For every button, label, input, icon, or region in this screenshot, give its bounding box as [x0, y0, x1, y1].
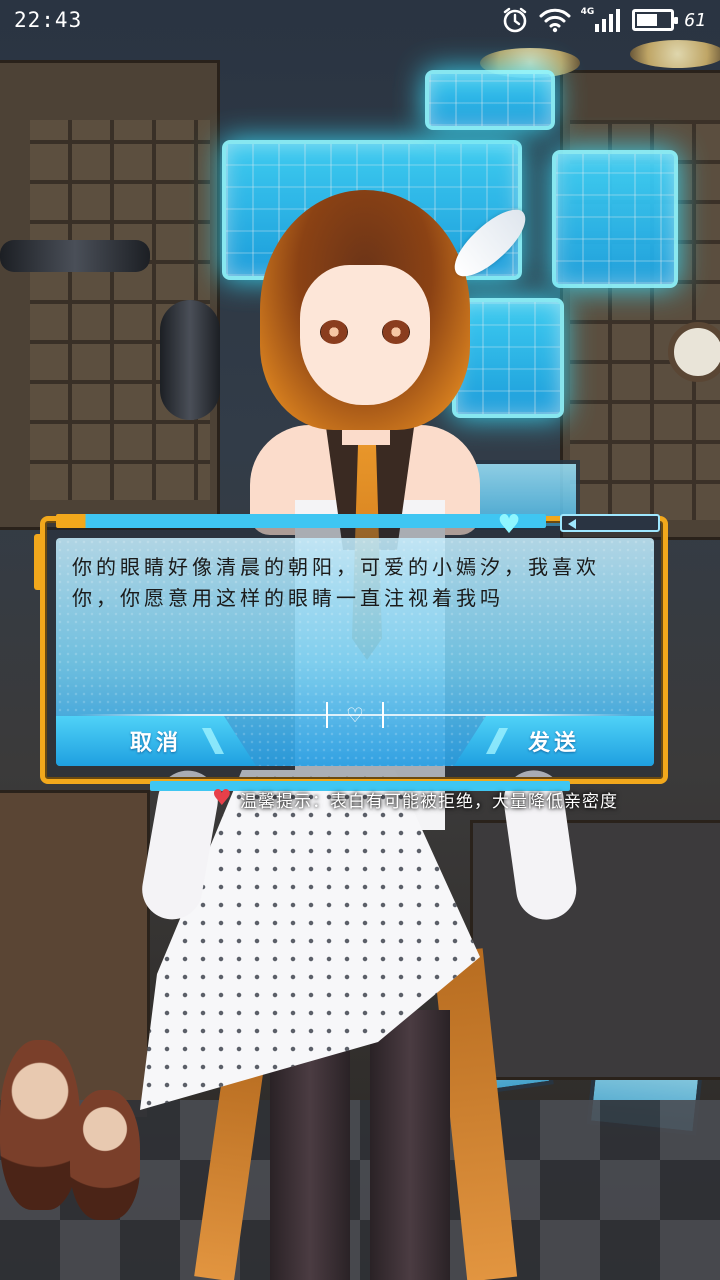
- dialog-frame-tag: [560, 514, 660, 532]
- heart-icon: ♥: [212, 786, 232, 811]
- dialog-frame-accent: [56, 514, 546, 528]
- message-panel: 你的眼睛好像清晨的朝阳，可爱的小嫣汐，我喜欢你，你愿意用这样的眼睛一直注视着我吗…: [56, 538, 654, 766]
- character-eye: [320, 320, 348, 344]
- network-type-label: 4G: [580, 7, 595, 17]
- heart-icon: ♡: [326, 702, 384, 728]
- send-button[interactable]: 发送: [454, 716, 654, 766]
- ceiling-lamp: [630, 40, 720, 68]
- warm-tip: ♥ 温馨提示：表白有可能被拒绝，大量降低亲密度: [212, 786, 618, 812]
- send-button-label: 发送: [527, 731, 580, 756]
- status-icons: 4G 61: [501, 6, 706, 34]
- nesting-doll: [0, 1040, 80, 1210]
- feather-hair-ornament: [443, 201, 537, 285]
- confession-message: 你的眼睛好像清晨的朝阳，可爱的小嫣汐，我喜欢你，你愿意用这样的眼睛一直注视着我吗: [72, 555, 600, 610]
- dialog-frame-notch: [34, 534, 44, 590]
- battery-body: [632, 9, 679, 31]
- battery-fill: [637, 14, 657, 26]
- confession-dialog: ♥ 你的眼睛好像清晨的朝阳，可爱的小嫣汐，我喜欢你，你愿意用这样的眼睛一直注视着…: [34, 512, 668, 791]
- status-bar: 22:43 4G 61: [0, 0, 720, 42]
- battery-level: 61: [684, 9, 706, 31]
- hologram-screen: [425, 70, 555, 130]
- battery-icon: [632, 9, 679, 31]
- arrow-decoration-icon: [202, 728, 224, 754]
- pixel-heart-icon: ♥: [497, 510, 521, 540]
- signal-icon: 4G: [580, 7, 623, 32]
- warm-tip-text: 温馨提示：表白有可能被拒绝，大量降低亲密度: [240, 791, 618, 812]
- alarm-icon: [501, 6, 529, 34]
- wifi-icon: [539, 7, 571, 33]
- cancel-button-label: 取消: [129, 731, 182, 756]
- status-time: 22:43: [14, 8, 83, 32]
- arrow-decoration-icon: [486, 728, 508, 754]
- cancel-button[interactable]: 取消: [56, 716, 256, 766]
- wall-clock: [668, 322, 720, 382]
- character-eye: [382, 320, 410, 344]
- character-leg: [370, 1010, 450, 1280]
